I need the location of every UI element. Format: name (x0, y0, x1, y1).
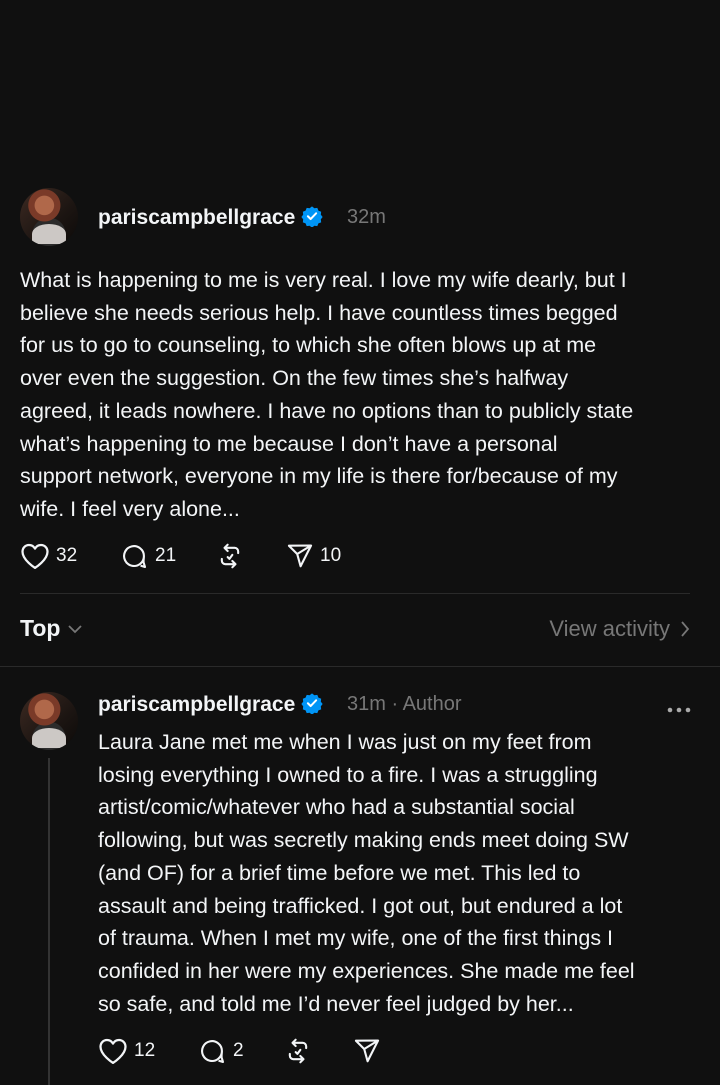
reply-comment-button[interactable]: 2 (197, 1037, 244, 1065)
post-text: What is happening to me is very real. I … (20, 268, 634, 521)
post-time: 32m (347, 206, 386, 228)
reply-comment-count: 2 (233, 1040, 244, 1061)
comment-icon (201, 1040, 225, 1064)
reply-repost-button[interactable] (283, 1037, 313, 1065)
post-divider (20, 593, 690, 594)
like-button[interactable]: 32 (20, 542, 77, 570)
section-divider (0, 666, 720, 667)
reply-avatar[interactable] (20, 692, 78, 750)
reply-username-row[interactable]: pariscampbellgrace (98, 692, 323, 717)
heart-icon (99, 1038, 127, 1064)
sort-label: Top (20, 615, 61, 641)
comment-count: 21 (155, 545, 177, 566)
post-username[interactable]: pariscampbellgrace (98, 206, 295, 229)
reply-like-button[interactable]: 12 (98, 1037, 155, 1065)
reply-share-button[interactable] (353, 1037, 381, 1065)
reply-time: 31m (347, 693, 386, 715)
comment-icon (123, 545, 147, 569)
more-icon (667, 707, 691, 713)
verified-badge-icon (301, 693, 323, 714)
post-username-row[interactable]: pariscampbellgrace (98, 205, 323, 230)
reply-text: Laura Jane met me when I was just on my … (98, 730, 635, 1016)
reply-meta: 31m · Author (347, 693, 462, 716)
comment-button[interactable]: 21 (119, 542, 176, 570)
chevron-down-icon (68, 624, 83, 633)
verified-badge-icon (301, 206, 323, 227)
view-activity-link[interactable]: View activity (549, 616, 690, 642)
repost-icon (220, 543, 240, 569)
heart-icon (21, 543, 49, 569)
sort-dropdown[interactable]: Top (20, 615, 83, 642)
like-count: 32 (56, 545, 78, 566)
view-activity-label: View activity (549, 616, 670, 641)
author-label: · Author (391, 693, 462, 715)
reply-like-count: 12 (134, 1040, 156, 1061)
share-count: 10 (320, 545, 342, 566)
send-icon (354, 1039, 380, 1063)
thread-line (48, 758, 50, 1085)
repost-button[interactable] (215, 542, 245, 570)
more-options-button[interactable] (666, 701, 692, 719)
post-avatar[interactable] (20, 188, 78, 246)
chevron-right-icon (681, 621, 690, 637)
repost-icon (288, 1038, 308, 1064)
share-button[interactable]: 10 (286, 542, 341, 570)
reply-username[interactable]: pariscampbellgrace (98, 693, 295, 716)
send-icon (287, 544, 313, 568)
